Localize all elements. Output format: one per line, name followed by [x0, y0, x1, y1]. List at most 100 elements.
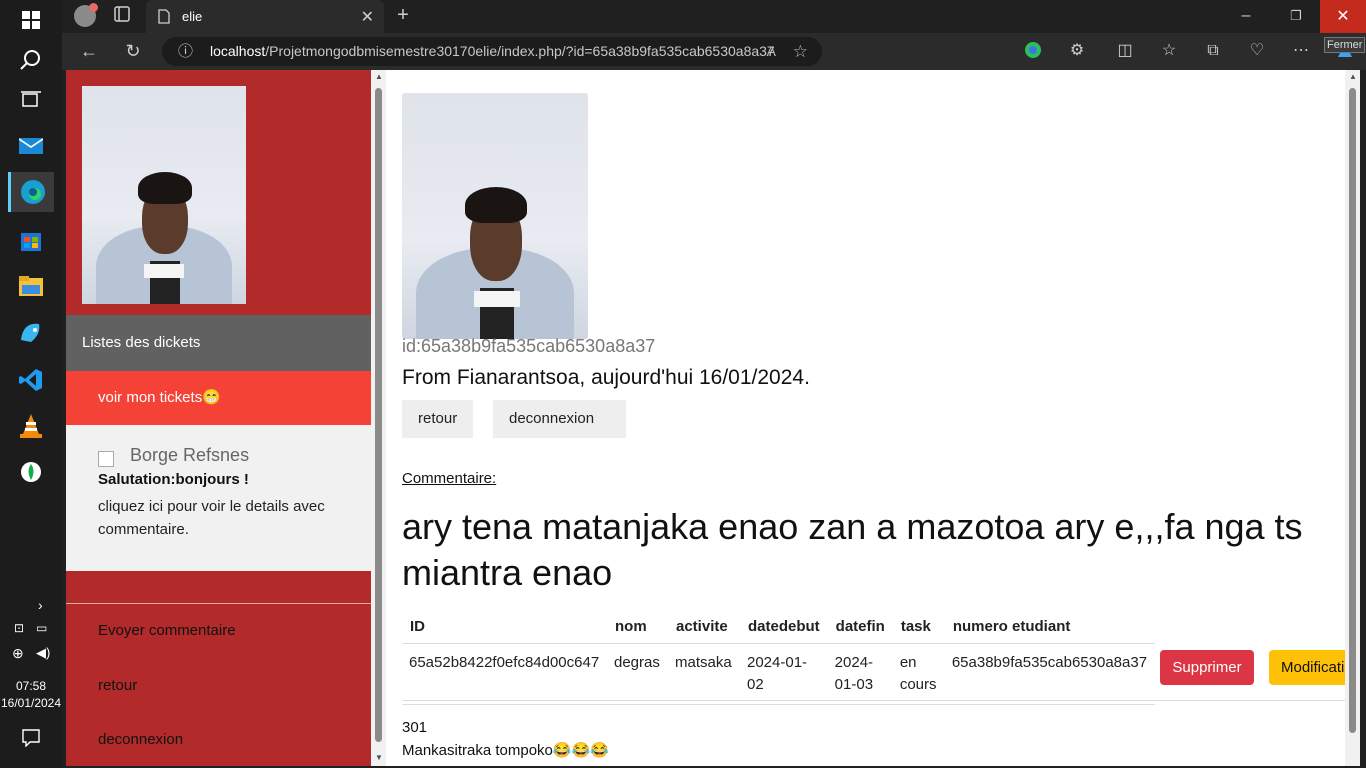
search-icon[interactable]: [8, 40, 54, 80]
list-header[interactable]: Listes des dickets: [66, 315, 371, 371]
cell-id: 65a52b8422f0efc84d00c647: [409, 654, 600, 671]
back-icon[interactable]: ←: [78, 41, 100, 61]
windows-start-icon[interactable]: [8, 0, 54, 40]
url-path: /Projetmongodbmisemestre30170elie/index.…: [265, 43, 775, 59]
delete-button[interactable]: Supprimer: [1160, 650, 1254, 685]
globe-icon[interactable]: ⊕: [12, 645, 24, 662]
browser-chrome: elie ✕ + – ❐ ✕ ← ↻ ⓘ localhost/Projetmon…: [62, 0, 1366, 70]
sidebar-divider: [66, 603, 371, 604]
clock-time: 07:58: [15, 679, 47, 693]
extension-color-icon[interactable]: [1022, 41, 1044, 65]
restore-icon[interactable]: ❐: [1286, 6, 1306, 26]
page-viewport: Listes des dickets voir mon tickets😁 Bor…: [66, 70, 1360, 766]
ticket-card[interactable]: Borge Refsnes Salutation:bonjours ! cliq…: [66, 425, 371, 571]
card-text: cliquez ici pour voir le details avec co…: [98, 498, 325, 538]
deconnexion-button[interactable]: deconnexion: [493, 400, 626, 438]
tab-elie[interactable]: elie ✕: [146, 0, 384, 33]
cell-nom: degras: [614, 654, 660, 671]
cell-task: en cours: [899, 654, 937, 693]
col-datedebut: datedebut: [748, 618, 820, 635]
minimize-icon[interactable]: –: [1236, 6, 1256, 26]
from-line: From Fianarantsoa, aujourd'hui 16/01/202…: [402, 366, 810, 389]
broken-image-icon: [98, 451, 114, 467]
row-actions: Supprimer Modificatio: [1138, 650, 1360, 700]
notification-icon[interactable]: [8, 718, 54, 758]
scroll-down-icon[interactable]: ▼: [375, 753, 383, 762]
read-aloud-icon[interactable]: A: [767, 37, 776, 66]
info-icon[interactable]: ⓘ: [178, 37, 193, 66]
extensions-icon[interactable]: ⚙: [1066, 41, 1088, 61]
mail-icon[interactable]: [8, 126, 54, 166]
battery-icon[interactable]: ▭: [36, 621, 47, 635]
send-comment-link[interactable]: Evoyer commentaire: [98, 622, 236, 639]
mongodb-icon[interactable]: [8, 452, 54, 492]
favorite-star-icon[interactable]: ☆: [793, 37, 808, 66]
main-scrollbar[interactable]: ▲: [1345, 70, 1360, 766]
favorites-icon[interactable]: ☆: [1158, 41, 1180, 61]
network-icon[interactable]: ⊡: [14, 621, 24, 635]
comment-label: Commentaire:: [402, 470, 497, 487]
cell-datefin: 2024-01-03: [834, 654, 874, 693]
app-icon[interactable]: [8, 312, 54, 352]
taskbar-clock[interactable]: 07:58 16/01/2024: [0, 678, 62, 712]
scrollbar-thumb[interactable]: [375, 88, 382, 742]
profile-avatar[interactable]: [74, 3, 98, 27]
col-id: ID: [410, 618, 425, 635]
col-datefin: datefin: [835, 618, 885, 635]
sidebar-deconnexion-link[interactable]: deconnexion: [98, 731, 183, 748]
refresh-icon[interactable]: ↻: [122, 41, 144, 61]
table-row: 65a52b8422f0efc84d00c647 degras matsaka …: [402, 643, 1155, 705]
tab-title: elie: [182, 9, 203, 24]
tab-actions-icon[interactable]: [112, 6, 132, 28]
student-id: id:65a38b9fa535cab6530a8a37: [402, 336, 656, 356]
close-window-button[interactable]: ✕: [1320, 0, 1366, 33]
col-activite: activite: [676, 618, 728, 635]
student-photo: [402, 93, 588, 339]
file-explorer-icon[interactable]: [8, 266, 54, 306]
cell-numero: 65a38b9fa535cab6530a8a37: [951, 654, 1148, 671]
new-tab-icon[interactable]: +: [392, 5, 414, 25]
sidebar-retour-link[interactable]: retour: [98, 677, 137, 694]
footer-number: 301: [402, 719, 428, 736]
cell-activite: matsaka: [675, 654, 732, 671]
task-table: ID nom activite datedebut datefin task n…: [402, 610, 1155, 705]
card-salutation: Salutation:bonjours !: [98, 471, 249, 488]
page-icon: [158, 9, 170, 27]
col-nom: nom: [615, 618, 647, 635]
scroll-up-icon[interactable]: ▲: [375, 72, 383, 81]
windows-taskbar: › ⊡ ▭ ⊕ ◀) 07:58 16/01/2024: [0, 0, 62, 768]
tab-bar: elie ✕ + – ❐ ✕: [62, 0, 1366, 33]
tab-close-icon[interactable]: ✕: [361, 7, 374, 27]
store-icon[interactable]: [8, 220, 54, 260]
col-task: task: [900, 618, 931, 635]
vscode-icon[interactable]: [8, 360, 54, 400]
split-screen-icon[interactable]: ◫: [1114, 41, 1136, 61]
chevron-right-icon[interactable]: ›: [38, 597, 43, 613]
comment-text: ary tena matanjaka enao zan a mazotoa ar…: [402, 506, 1303, 593]
profile-photo: [82, 86, 246, 304]
address-input[interactable]: ⓘ localhost/Projetmongodbmisemestre30170…: [162, 37, 822, 66]
card-name: Borge Refsnes: [130, 445, 250, 465]
collections-icon[interactable]: ⧉: [1202, 41, 1224, 61]
task-view-icon[interactable]: [8, 80, 54, 120]
my-tickets-link[interactable]: voir mon tickets😁: [66, 371, 371, 425]
footer-text: Mankasitraka tompoko😂😂😂: [402, 742, 609, 759]
sidebar: Listes des dickets voir mon tickets😁 Bor…: [66, 70, 371, 766]
table-bottom-border: [402, 700, 1348, 701]
performance-icon[interactable]: ♡: [1246, 41, 1268, 61]
clock-date: 16/01/2024: [0, 696, 62, 710]
retour-button[interactable]: retour: [402, 400, 474, 438]
main-scrollbar-thumb[interactable]: [1349, 88, 1356, 733]
table-header-row: ID nom activite datedebut datefin task n…: [402, 610, 1155, 644]
volume-icon[interactable]: ◀): [36, 645, 50, 661]
edge-icon[interactable]: [8, 172, 54, 212]
more-options-icon[interactable]: ⋯: [1290, 41, 1312, 61]
sidebar-scrollbar[interactable]: ▲ ▼: [371, 70, 386, 766]
close-tooltip: Fermer: [1324, 37, 1366, 53]
address-bar-row: ← ↻ ⓘ localhost/Projetmongodbmisemestre3…: [62, 33, 1366, 70]
cell-datedebut: 2024-01-02: [747, 654, 808, 693]
main-scroll-up-icon[interactable]: ▲: [1349, 72, 1357, 81]
vlc-icon[interactable]: [8, 406, 54, 446]
main-content: id:65a38b9fa535cab6530a8a37 From Fianara…: [386, 70, 1360, 766]
col-numero: numero etudiant: [952, 618, 1071, 635]
